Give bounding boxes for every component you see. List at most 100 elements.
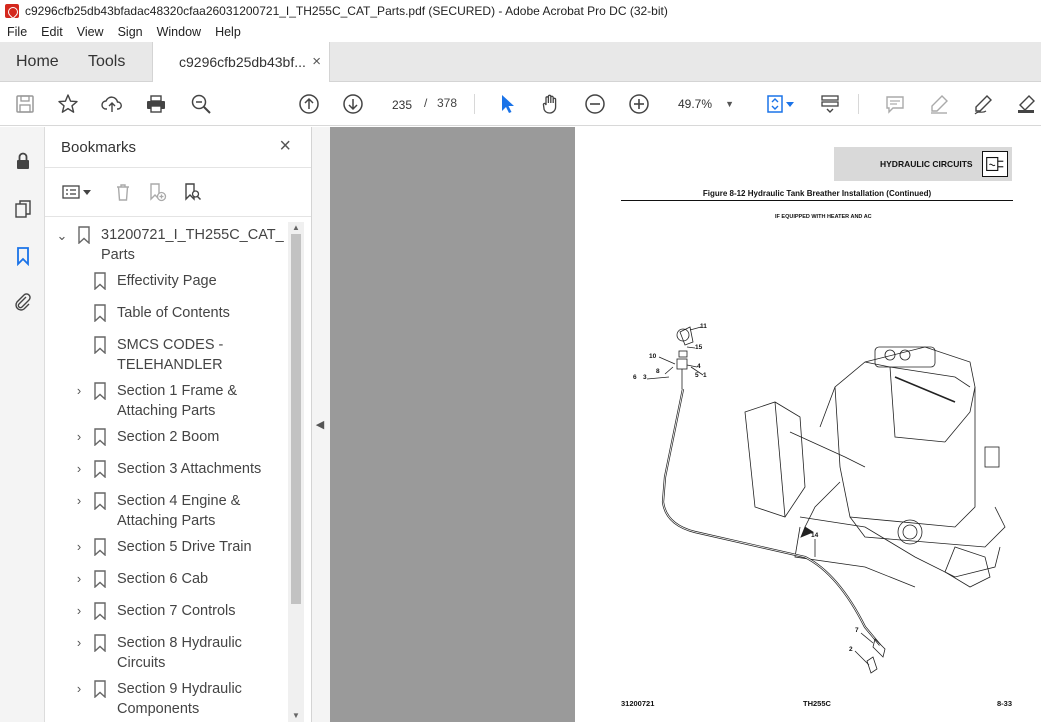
chevron-right-icon[interactable]: › [72,679,86,699]
close-tab-icon[interactable]: × [312,42,321,82]
bookmark-section-7[interactable]: › Section 7 Controls [45,601,289,621]
find-bookmark-icon[interactable] [180,180,204,204]
bookmark-options-icon[interactable] [59,180,83,204]
redact-icon[interactable] [1014,92,1038,116]
star-icon[interactable] [56,92,80,116]
toolbar-divider [858,94,859,114]
comment-icon[interactable] [883,92,907,116]
section-header-box: HYDRAULIC CIRCUITS [834,147,1012,181]
zoom-level-select[interactable]: 49.7% ▼ [672,92,742,116]
menu-edit[interactable]: Edit [34,25,70,39]
chevron-right-icon[interactable]: › [72,633,86,653]
callout-7: 7 [855,627,859,634]
save-icon[interactable] [13,92,37,116]
attachment-paperclip-icon[interactable] [11,290,35,314]
zoom-in-icon[interactable] [627,92,651,116]
scrollbar-thumb[interactable] [291,234,301,604]
bookmark-label: Section 7 Controls [117,603,236,619]
zoom-out-search-icon[interactable] [189,92,213,116]
chevron-right-icon[interactable]: › [72,459,86,479]
delete-bookmark-icon[interactable] [111,180,135,204]
page-fit-dropdown-icon[interactable] [784,92,796,116]
bookmark-icon [94,492,106,510]
chevron-right-icon[interactable]: › [72,601,86,621]
bookmarks-toolbar [45,167,311,217]
bookmark-item[interactable]: Effectivity Page [45,271,289,291]
footer-part-number: 31200721 [621,699,655,708]
previous-page-icon[interactable] [297,92,321,116]
collapse-panel-icon[interactable]: ◀ [314,418,326,436]
callout-1: 1 [703,372,707,379]
bookmark-section-6[interactable]: › Section 6 Cab [45,569,289,589]
print-icon[interactable] [144,92,168,116]
chevron-down-icon[interactable]: ⌄ [55,226,69,246]
highlight-pen-icon[interactable] [927,92,951,116]
bookmark-item[interactable]: SMCS CODES - TELEHANDLER [45,335,289,375]
callout-8: 8 [656,368,660,375]
menu-window[interactable]: Window [150,25,208,39]
hand-tool-icon[interactable] [539,92,563,116]
upload-cloud-icon[interactable] [100,92,124,116]
bookmark-section-2[interactable]: › Section 2 Boom [45,427,289,447]
callout-5: 5 [695,372,699,379]
breather-installation-drawing: 11 15 10 8 6 3 4 5 1 14 7 2 [633,323,1006,674]
tab-home[interactable]: Home [16,42,59,82]
chevron-right-icon[interactable]: › [72,491,86,511]
select-cursor-icon[interactable] [495,92,519,116]
callout-2: 2 [849,646,853,653]
bookmark-label: Section 5 Drive Train [117,539,252,555]
bookmark-label: Section 2 Boom [117,429,220,445]
chevron-down-icon: ▼ [725,99,734,109]
bookmark-section-9[interactable]: › Section 9 Hydraulic Components [45,679,289,719]
close-icon[interactable]: × [279,135,291,158]
bookmark-icon [94,538,106,556]
callout-4: 4 [697,363,701,370]
page-thumbnails-icon[interactable] [11,197,35,221]
window-title: c9296cfb25db43bfadac48320cfaa26031200721… [25,4,668,18]
pdf-page: HYDRAULIC CIRCUITS Figure 8-12 Hydraulic… [575,127,1041,722]
chevron-right-icon[interactable]: › [72,569,86,589]
lock-icon[interactable] [11,149,35,173]
menu-bar: File Edit View Sign Window Help [0,22,1041,42]
chevron-down-icon[interactable] [81,180,93,204]
tab-document[interactable]: c9296cfb25db43bf... × [152,42,330,83]
left-rail [0,127,45,722]
bookmark-root[interactable]: ⌄ 31200721_I_TH255C_CAT_Parts [45,225,289,269]
bookmark-section-5[interactable]: › Section 5 Drive Train [45,537,289,557]
next-page-icon[interactable] [341,92,365,116]
bookmark-section-1[interactable]: › Section 1 Frame & Attaching Parts [45,381,289,421]
bookmark-icon [94,570,106,588]
current-page-input[interactable]: 235 [384,92,420,116]
zoom-out-icon[interactable] [583,92,607,116]
callout-11: 11 [700,323,707,330]
scroll-up-icon[interactable]: ▲ [288,222,304,234]
new-bookmark-icon[interactable] [145,180,169,204]
toolbar-divider [474,94,475,114]
callout-3: 3 [643,374,647,381]
bookmark-section-8[interactable]: › Section 8 Hydraulic Circuits [45,633,289,673]
tab-tools[interactable]: Tools [88,42,125,82]
hydraulic-circuit-icon [982,151,1008,177]
bookmarks-scrollbar[interactable]: ▲ ▼ [288,222,304,722]
sign-pen-icon[interactable] [971,92,995,116]
title-bar: c9296cfb25db43bfadac48320cfaa26031200721… [0,0,1041,22]
footer-model: TH255C [803,699,831,708]
callout-14: 14 [811,532,819,539]
menu-file[interactable]: File [0,25,34,39]
bookmark-section-4[interactable]: › Section 4 Engine & Attaching Parts [45,491,289,531]
menu-view[interactable]: View [70,25,111,39]
scroll-down-icon[interactable]: ▼ [288,710,304,722]
scroll-mode-icon[interactable] [818,92,842,116]
callout-10: 10 [649,353,657,360]
total-pages: 378 [437,96,458,110]
bookmark-panel-icon[interactable] [11,244,35,268]
menu-help[interactable]: Help [208,25,248,39]
bookmark-section-3[interactable]: › Section 3 Attachments [45,459,289,479]
chevron-right-icon[interactable]: › [72,537,86,557]
menu-sign[interactable]: Sign [111,25,150,39]
figure-note: IF EQUIPPED WITH HEATER AND AC [775,214,872,220]
chevron-right-icon[interactable]: › [72,381,86,401]
chevron-right-icon[interactable]: › [72,427,86,447]
bookmark-icon [94,460,106,478]
bookmark-item[interactable]: Table of Contents [45,303,289,323]
